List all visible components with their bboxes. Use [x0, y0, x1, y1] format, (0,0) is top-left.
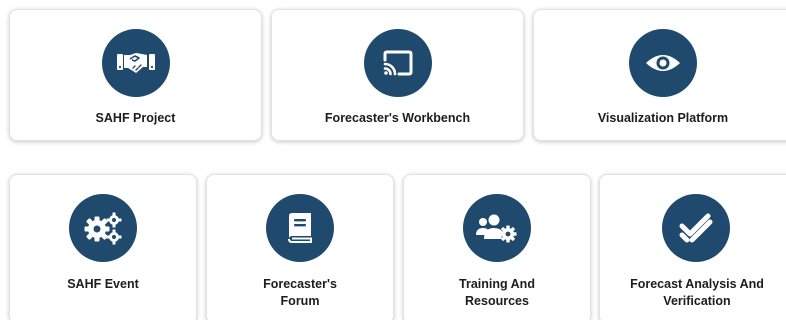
card-label: SAHF Project	[95, 111, 176, 125]
book-icon	[266, 194, 334, 262]
gears-icon	[69, 194, 137, 262]
double-check-icon	[662, 194, 730, 262]
resource-card-grid: SAHF Project Forecaster's Workbench Visu…	[0, 0, 786, 320]
card-visualization-platform[interactable]: Visualization Platform	[533, 9, 786, 141]
card-label: Visualization Platform	[597, 111, 729, 125]
card-sahf-event[interactable]: SAHF Event	[9, 174, 197, 320]
cast-icon	[363, 29, 432, 97]
eye-icon	[629, 29, 697, 97]
card-label: Forecast Analysis And Verification	[630, 277, 764, 308]
handshake-icon	[101, 29, 170, 97]
card-label: Forecaster's Forum	[263, 277, 337, 308]
card-training-and-resources[interactable]: Training And Resources	[403, 174, 591, 320]
card-forecasters-workbench[interactable]: Forecaster's Workbench	[271, 9, 524, 141]
card-label: Training And Resources	[459, 277, 535, 308]
card-forecasters-forum[interactable]: Forecaster's Forum	[206, 174, 394, 320]
card-forecast-analysis-and-verification[interactable]: Forecast Analysis And Verification	[599, 174, 786, 320]
users-gear-icon	[463, 194, 531, 262]
card-label: Forecaster's Workbench	[324, 111, 471, 125]
card-sahf-project[interactable]: SAHF Project	[9, 9, 262, 141]
card-label: SAHF Event	[67, 277, 139, 291]
